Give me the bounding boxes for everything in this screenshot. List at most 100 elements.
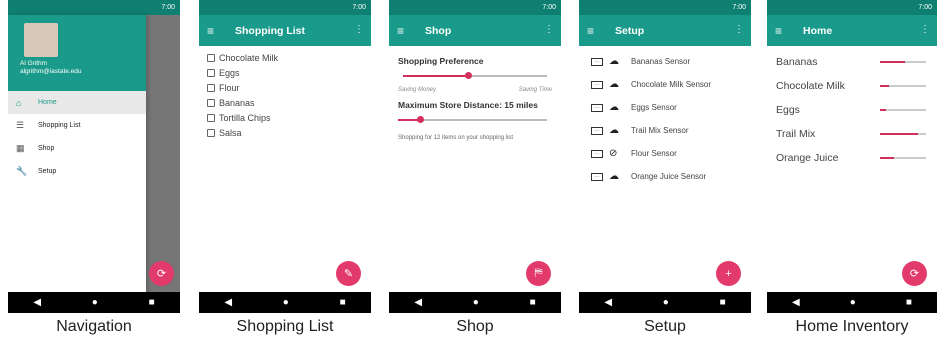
list-item-label: Chocolate Milk: [219, 52, 279, 63]
add-sensor-fab[interactable]: +: [716, 261, 741, 286]
back-icon[interactable]: ◀: [414, 297, 422, 308]
caption-shop: Shop: [456, 318, 494, 335]
back-icon[interactable]: ◀: [604, 297, 612, 308]
recents-icon[interactable]: ■: [906, 297, 912, 308]
inventory-row[interactable]: Chocolate Milk: [767, 74, 937, 98]
edit-fab[interactable]: ✎: [336, 261, 361, 286]
checkbox[interactable]: [207, 128, 215, 137]
back-icon[interactable]: ◀: [33, 297, 41, 308]
drawer-item-shopping-list[interactable]: ☰ Shopping List: [8, 114, 146, 137]
label-saving-time: Saving Time: [518, 87, 552, 93]
checkbox[interactable]: [207, 113, 215, 122]
distance-slider[interactable]: [398, 116, 547, 123]
recents-icon[interactable]: ■: [720, 297, 726, 308]
overflow-menu-icon[interactable]: ⋮: [734, 24, 744, 35]
inventory-label: Chocolate Milk: [776, 80, 845, 92]
app-bar: ≡ Shop ⋮: [389, 15, 561, 46]
home-nav-icon[interactable]: ●: [283, 297, 289, 308]
menu-icon[interactable]: ≡: [397, 25, 413, 37]
device-icon: ···: [591, 149, 603, 158]
home-nav-icon[interactable]: ●: [92, 297, 98, 308]
system-navbar: ◀ ● ■: [767, 292, 937, 313]
inventory-level-fill: [880, 157, 894, 159]
list-item[interactable]: Flour: [199, 80, 371, 95]
drawer-item-setup[interactable]: 🔧 Setup: [8, 160, 146, 183]
navigation-drawer: Al Grithm algrithm@iastate.edu ⌂ Home ☰ Sho…: [8, 15, 146, 292]
back-icon[interactable]: ◀: [224, 297, 232, 308]
preference-slider[interactable]: [403, 72, 547, 79]
recents-icon[interactable]: ■: [149, 297, 155, 308]
drawer-item-label: Shopping List: [38, 122, 81, 129]
drawer-scrim[interactable]: [146, 15, 180, 292]
recents-icon[interactable]: ■: [530, 297, 536, 308]
inventory-level-fill: [880, 61, 906, 63]
sync-fab[interactable]: ⟳: [149, 261, 174, 286]
home-nav-icon[interactable]: ●: [663, 297, 669, 308]
list-item[interactable]: Eggs: [199, 65, 371, 80]
cloud-done-icon: ☁: [609, 125, 619, 136]
status-bar: 7:00: [389, 0, 561, 15]
sensor-label: Orange Juice Sensor: [631, 172, 707, 181]
app-bar: ≡ Shopping List ⋮: [199, 15, 371, 46]
inventory-label: Eggs: [776, 104, 800, 116]
inventory-level-bar: [880, 85, 926, 87]
drawer-item-label: Home: [38, 99, 57, 106]
sensor-label: Trail Mix Sensor: [631, 126, 689, 135]
phone-setup: 7:00 ≡ Setup ⋮ ··· ☁ Bananas Sensor ··· ☁ Cho…: [579, 0, 751, 313]
slider-fill: [403, 75, 468, 77]
slider-knob[interactable]: [417, 116, 425, 123]
overflow-menu-icon[interactable]: ⋮: [354, 24, 364, 35]
status-bar: 7:00: [199, 0, 371, 15]
inventory-level-bar: [880, 157, 926, 159]
sensor-row[interactable]: ··· ⊘ Flour Sensor: [579, 142, 751, 165]
sensor-row[interactable]: ··· ☁ Bananas Sensor: [579, 50, 751, 73]
phone-shop: 7:00 ≡ Shop ⋮ Shopping Preference Saving…: [389, 0, 561, 313]
menu-icon[interactable]: ≡: [775, 25, 791, 37]
drawer-item-shop[interactable]: ▦ Shop: [8, 137, 146, 160]
slider-knob[interactable]: [464, 72, 472, 79]
sensor-row[interactable]: ··· ☁ Chocolate Milk Sensor: [579, 73, 751, 96]
inventory-label: Orange Juice: [776, 152, 839, 164]
list-item[interactable]: Tortilla Chips: [199, 110, 371, 125]
home-nav-icon[interactable]: ●: [850, 297, 856, 308]
inventory-row[interactable]: Trail Mix: [767, 122, 937, 146]
checkbox[interactable]: [207, 83, 215, 92]
sync-fab[interactable]: ⟳: [902, 261, 927, 286]
overflow-menu-icon[interactable]: ⋮: [544, 24, 554, 35]
list-item[interactable]: Bananas: [199, 95, 371, 110]
map-fab[interactable]: ⛿: [526, 261, 551, 286]
checkbox[interactable]: [207, 98, 215, 107]
page-title: Shop: [425, 24, 452, 37]
sensor-row[interactable]: ··· ☁ Orange Juice Sensor: [579, 165, 751, 188]
sensor-row[interactable]: ··· ☁ Trail Mix Sensor: [579, 119, 751, 142]
list-item[interactable]: Salsa: [199, 125, 371, 140]
back-icon[interactable]: ◀: [792, 297, 800, 308]
home-nav-icon[interactable]: ●: [473, 297, 479, 308]
overflow-menu-icon[interactable]: ⋮: [920, 24, 930, 35]
page-title: Home: [803, 24, 833, 37]
inventory-row[interactable]: Eggs: [767, 98, 937, 122]
inventory-row[interactable]: Orange Juice: [767, 146, 937, 170]
cloud-done-icon: ☁: [609, 102, 619, 113]
drawer-item-label: Setup: [38, 168, 57, 175]
label-saving-money: Saving Money: [398, 87, 437, 93]
recents-icon[interactable]: ■: [340, 297, 346, 308]
inventory-level-fill: [880, 133, 918, 135]
checkbox[interactable]: [207, 53, 215, 62]
status-bar: 7:00: [579, 0, 751, 15]
list-item[interactable]: Chocolate Milk: [199, 50, 371, 65]
sensor-row[interactable]: ··· ☁ Eggs Sensor: [579, 96, 751, 119]
caption-setup: Setup: [644, 318, 686, 335]
drawer-item-home[interactable]: ⌂ Home: [8, 91, 146, 114]
app-bar: ≡ Setup ⋮: [579, 15, 751, 46]
checkbox[interactable]: [207, 68, 215, 77]
inventory-row[interactable]: Bananas: [767, 50, 937, 74]
status-time: 7:00: [918, 4, 932, 11]
wrench-icon: 🔧: [16, 166, 28, 176]
menu-icon[interactable]: ≡: [207, 25, 223, 37]
drawer-header: Al Grithm algrithm@iastate.edu: [8, 15, 146, 91]
menu-icon[interactable]: ≡: [587, 25, 603, 37]
device-icon: ···: [591, 80, 603, 89]
cloud-done-icon: ☁: [609, 171, 619, 182]
phone-home: 7:00 ≡ Home ⋮ Bananas Chocolate Milk Eggs T…: [767, 0, 937, 313]
